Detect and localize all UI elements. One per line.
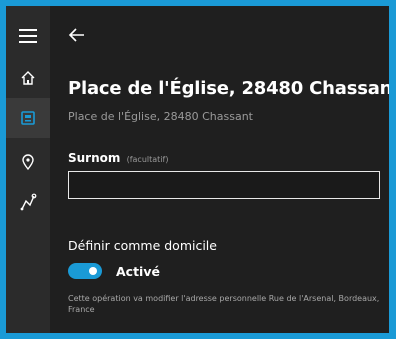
route-icon	[20, 193, 37, 211]
set-home-toggle[interactable]	[68, 263, 102, 279]
back-button[interactable]	[66, 24, 88, 46]
app-window: Place de l'Église, 28480 Chassant Place …	[6, 6, 389, 333]
main-pane: Place de l'Église, 28480 Chassant Place …	[50, 6, 389, 333]
home-change-note: Cette opération va modifier l'adresse pe…	[68, 294, 380, 314]
location-pin-icon	[22, 154, 34, 171]
set-home-toggle-row: Activé	[68, 263, 160, 279]
place-subtitle: Place de l'Église, 28480 Chassant	[68, 110, 253, 123]
nav-route-button[interactable]	[6, 182, 50, 222]
nickname-label: Surnom (facultatif)	[68, 151, 168, 165]
hamburger-menu-button[interactable]	[6, 16, 50, 56]
home-icon	[21, 71, 35, 85]
place-title: Place de l'Église, 28480 Chassant	[68, 78, 389, 99]
nickname-optional-hint: (facultatif)	[126, 155, 169, 164]
toggle-knob	[89, 267, 97, 275]
toggle-state-label: Activé	[116, 263, 160, 279]
hamburger-menu-icon	[19, 29, 37, 43]
nav-places-button[interactable]	[6, 98, 50, 138]
nickname-input[interactable]	[68, 171, 380, 199]
set-home-heading: Définir comme domicile	[68, 238, 217, 253]
nav-location-button[interactable]	[6, 142, 50, 182]
nav-home-button[interactable]	[6, 58, 50, 98]
back-arrow-icon	[68, 28, 84, 42]
nav-rail	[6, 6, 50, 333]
nickname-label-text: Surnom	[68, 151, 121, 165]
places-icon	[21, 111, 35, 125]
